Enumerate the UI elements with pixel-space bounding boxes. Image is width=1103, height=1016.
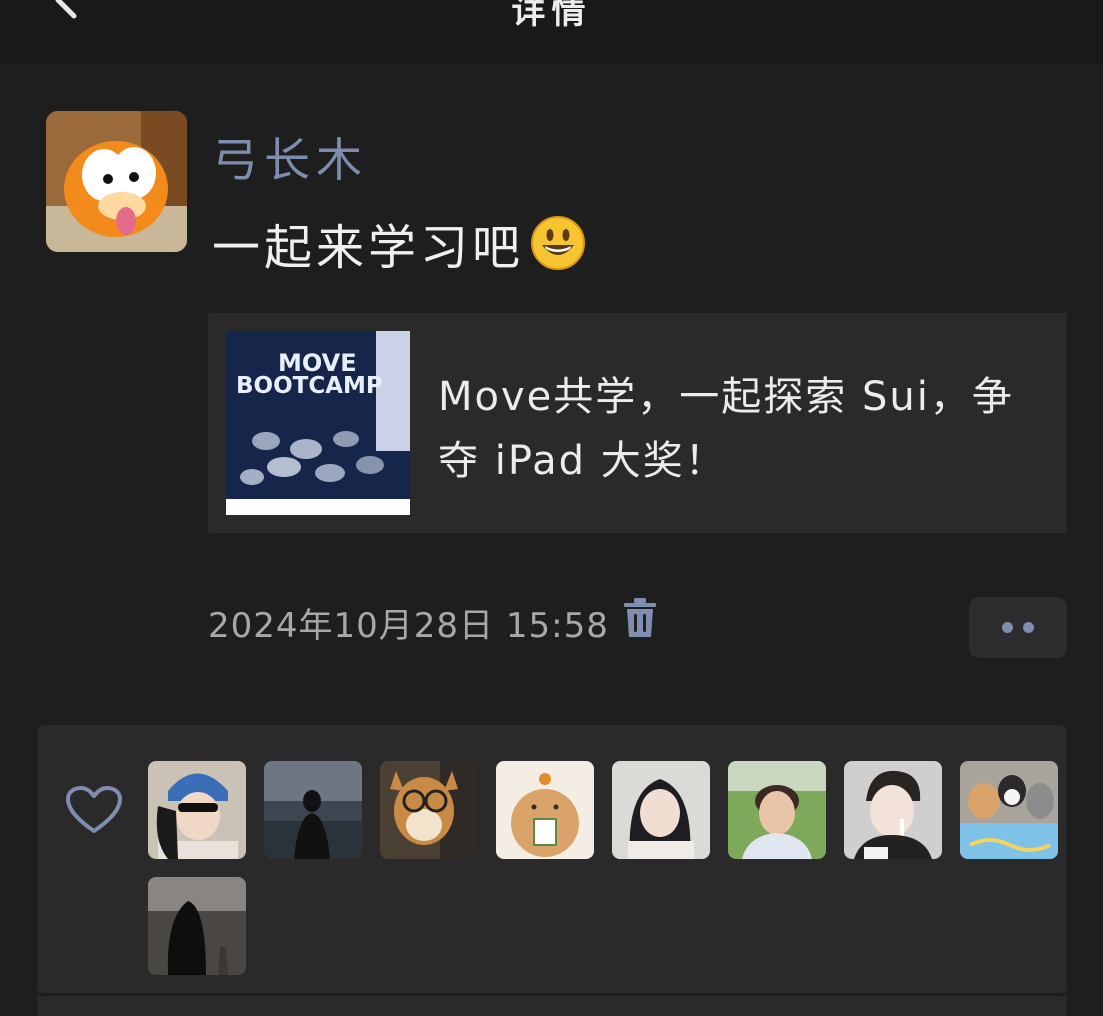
author-name[interactable]: 弓长木 [212, 124, 368, 190]
liker-avatar[interactable] [728, 761, 826, 859]
liker-avatar[interactable] [148, 877, 246, 975]
liker-avatar[interactable] [844, 761, 942, 859]
link-title: Move共学，一起探索 Sui，争夺 iPad 大奖！ [438, 374, 1014, 484]
more-dots-icon [1002, 622, 1013, 633]
top-bar: 详情 [0, 0, 1103, 64]
garfield-avatar-image [46, 111, 187, 252]
more-actions-button[interactable] [969, 597, 1067, 658]
post-text: 一起来学习吧 [212, 220, 525, 276]
liker-avatar[interactable] [264, 761, 362, 859]
shared-link-card[interactable]: MOVE BOOTCAMP Move共学，一起探索 Sui，争夺 iPad 大奖… [208, 313, 1067, 533]
trash-icon[interactable] [622, 597, 658, 639]
bottom-divider [37, 996, 1067, 1016]
liker-avatar[interactable] [496, 761, 594, 859]
post-timestamp: 2024年10月28日 15:58 [208, 606, 609, 646]
liker-avatar[interactable] [148, 761, 246, 859]
heart-outline-icon[interactable] [66, 786, 122, 834]
more-dots-icon-2 [1023, 622, 1034, 633]
grinning-face-emoji-icon [531, 216, 586, 270]
liker-avatar[interactable] [960, 761, 1058, 859]
liker-avatar[interactable] [612, 761, 710, 859]
liker-avatar[interactable] [380, 761, 478, 859]
link-thumbnail: MOVE BOOTCAMP [226, 331, 410, 515]
author-avatar[interactable] [46, 111, 187, 252]
post-text-row: 一起来学习吧 [212, 208, 586, 278]
thumbnail-line-2: BOOTCAMP [236, 373, 383, 399]
page-title: 详情 [511, 0, 592, 32]
